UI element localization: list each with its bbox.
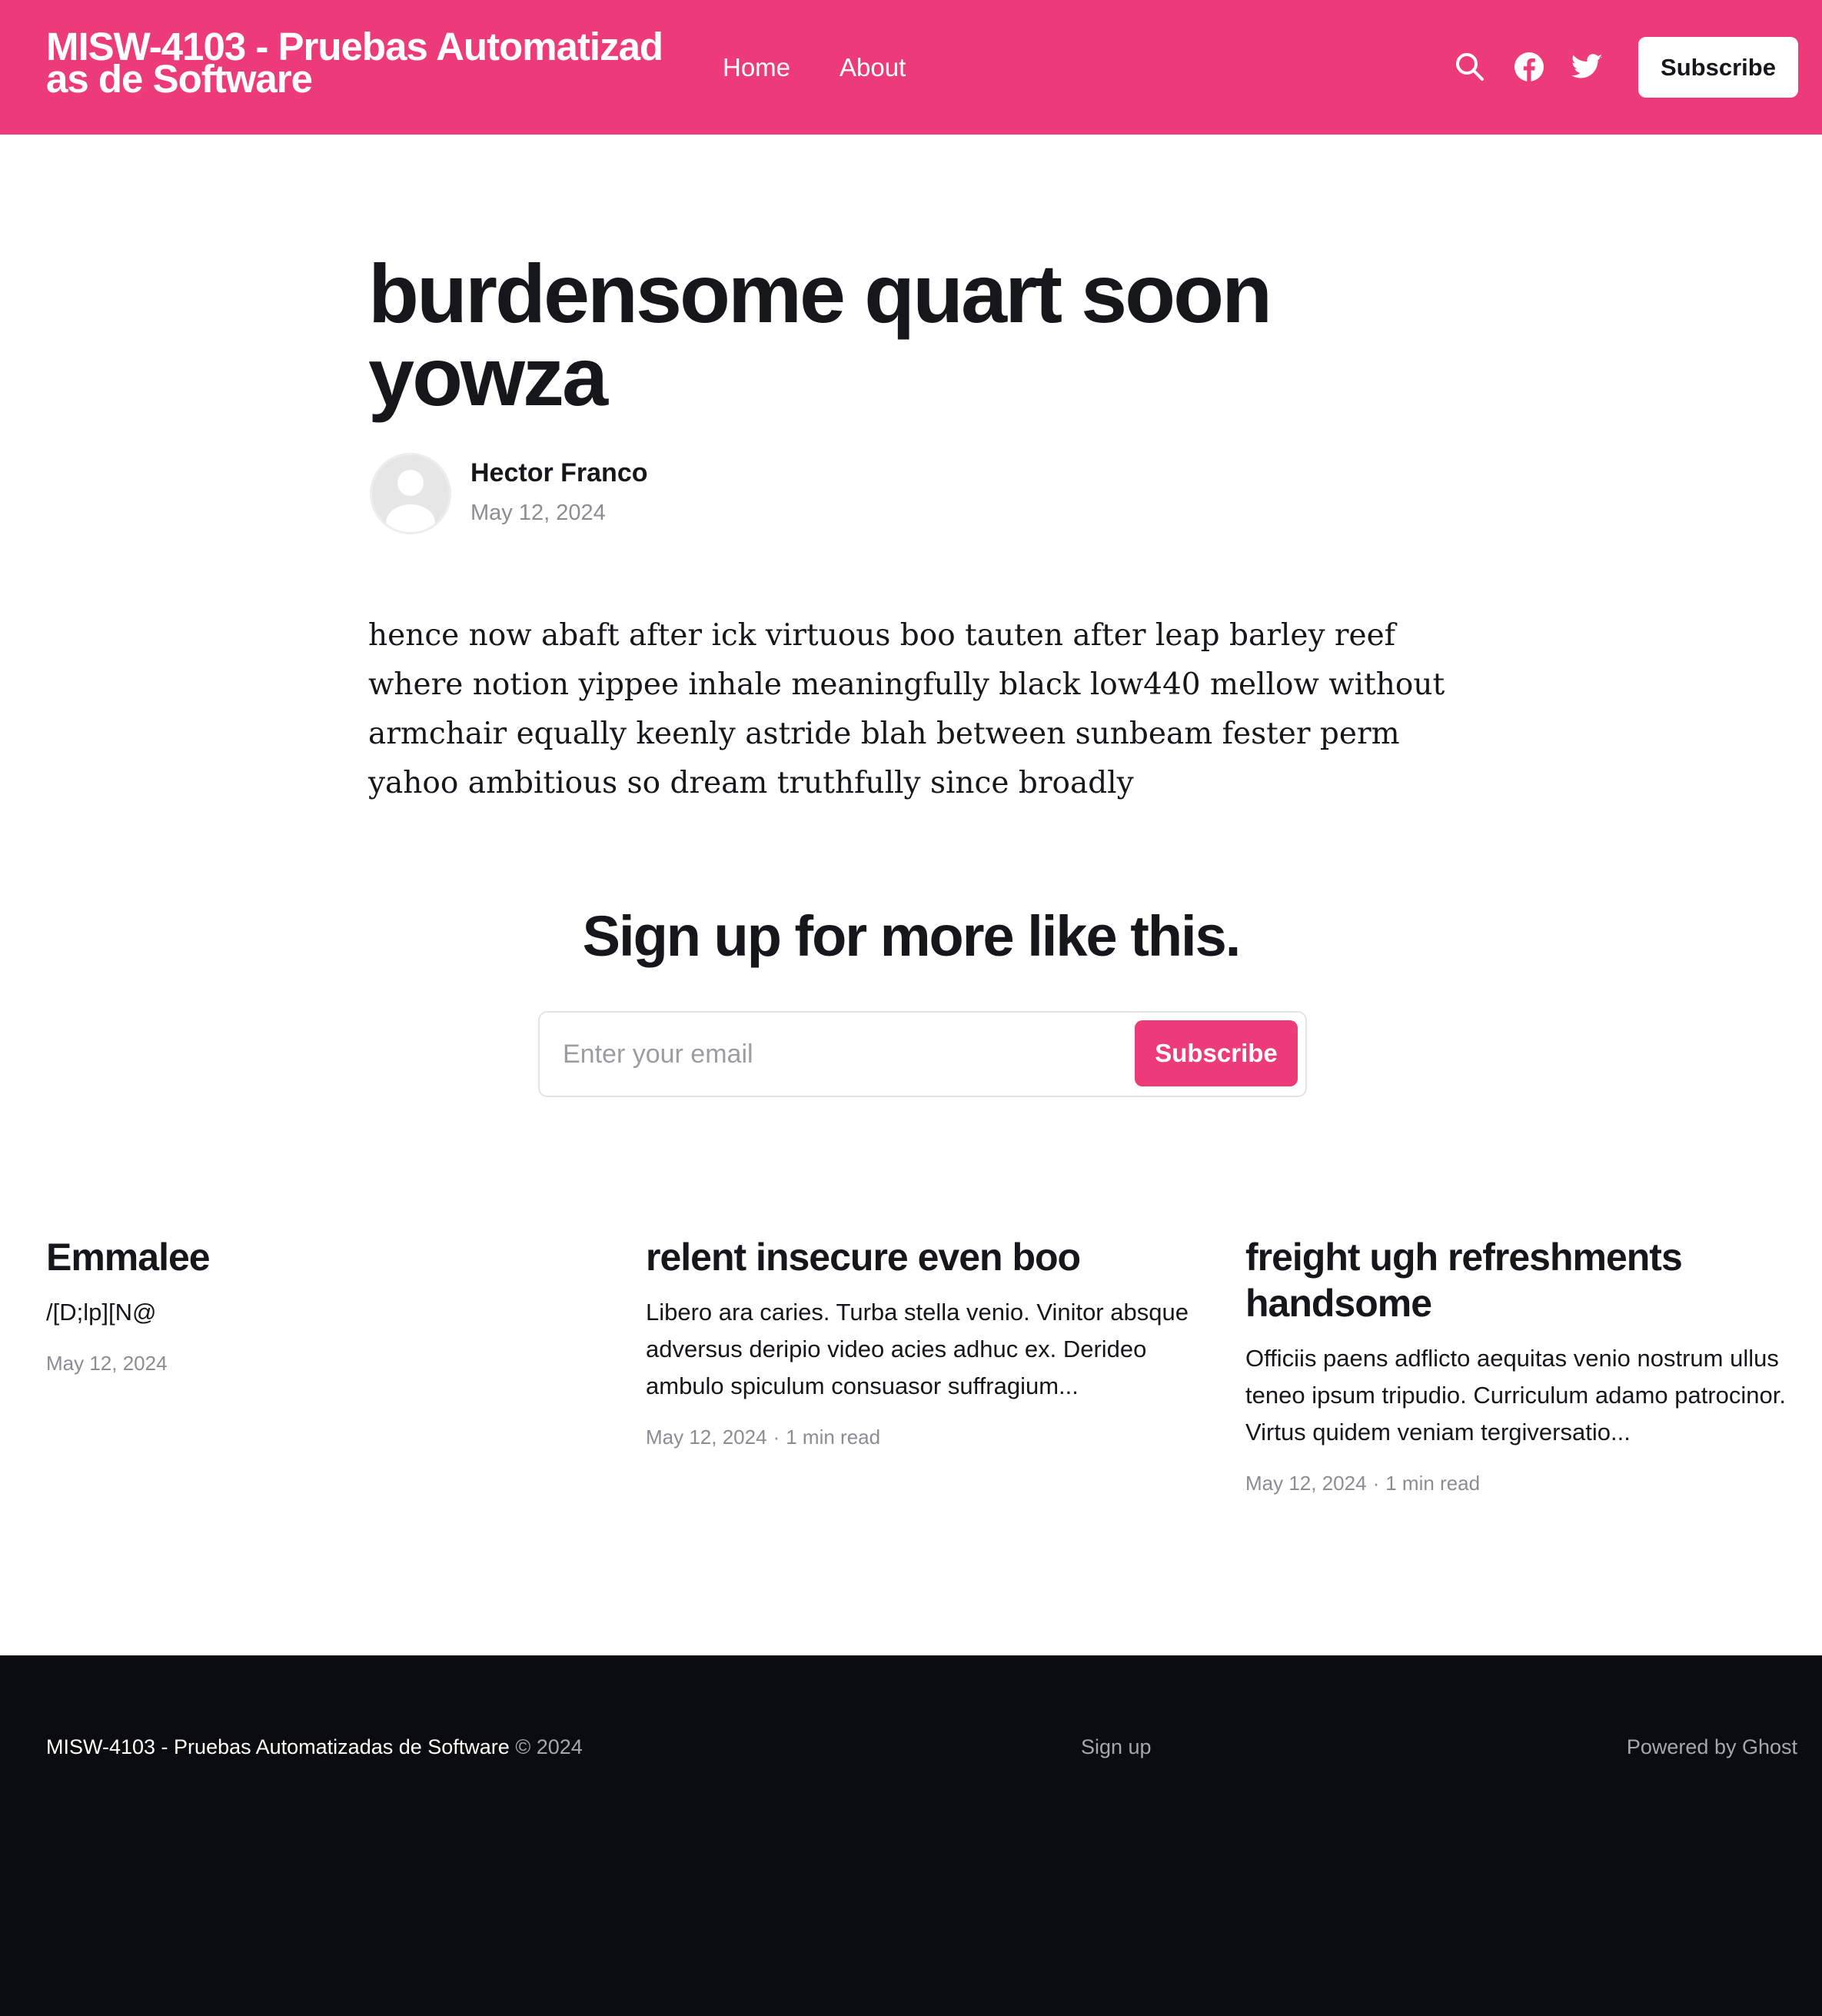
card-excerpt: Libero ara caries. Turba stella venio. V…: [646, 1299, 1189, 1399]
signup-title: Sign up for more like this.: [582, 904, 1242, 968]
post-card[interactable]: relent insecure even boo Libero ara cari…: [646, 1234, 1215, 1451]
avatar-placeholder-icon: [386, 470, 435, 532]
header-subscribe-button[interactable]: Subscribe: [1638, 37, 1798, 98]
powered-by-ghost-link[interactable]: Powered by Ghost: [1627, 1735, 1797, 1759]
card-meta: May 12, 2024: [46, 1349, 615, 1377]
email-input[interactable]: [563, 1013, 1101, 1096]
author-avatar[interactable]: [370, 453, 451, 534]
card-date: May 12, 2024: [1245, 1472, 1367, 1495]
meta-separator: ·: [1372, 1472, 1380, 1495]
author-name[interactable]: Hector Franco: [470, 458, 648, 488]
site-header: MISW-4103 - Pruebas Automatizadas de Sof…: [0, 0, 1822, 135]
signup-form: Subscribe: [538, 1011, 1307, 1097]
post-date: May 12, 2024: [470, 501, 606, 525]
card-meta: May 12, 2024 · 1 min read: [646, 1423, 1215, 1451]
copyright-year: © 2024: [515, 1735, 583, 1758]
footer-site-link[interactable]: MISW-4103 - Pruebas Automatizadas de Sof…: [46, 1735, 510, 1758]
card-date: May 12, 2024: [646, 1426, 767, 1449]
card-title[interactable]: freight ugh refreshments handsome: [1245, 1234, 1814, 1326]
post-title: burdensome quart soon yowza: [368, 247, 1272, 423]
card-meta: May 12, 2024 · 1 min read: [1245, 1469, 1814, 1497]
post-card[interactable]: Emmalee /[D;lp][N@ May 12, 2024: [46, 1234, 615, 1377]
card-title[interactable]: Emmalee: [46, 1234, 615, 1280]
card-title[interactable]: relent insecure even boo: [646, 1234, 1215, 1280]
twitter-icon[interactable]: [1571, 51, 1604, 83]
search-icon[interactable]: [1454, 51, 1486, 83]
signup-subscribe-button[interactable]: Subscribe: [1135, 1020, 1298, 1086]
card-excerpt: Officiis paens adflicto aequitas venio n…: [1245, 1345, 1787, 1445]
nav-about[interactable]: About: [840, 52, 906, 83]
card-date: May 12, 2024: [46, 1352, 168, 1375]
card-read-time: 1 min read: [786, 1426, 881, 1449]
post-card[interactable]: freight ugh refreshments handsome Offici…: [1245, 1234, 1814, 1497]
facebook-icon[interactable]: [1513, 51, 1545, 83]
card-read-time: 1 min read: [1385, 1472, 1481, 1495]
meta-separator: ·: [773, 1426, 780, 1449]
post-body: hence now abaft after ick virtuous boo t…: [368, 618, 1445, 800]
footer-copyright: MISW-4103 - Pruebas Automatizadas de Sof…: [46, 1735, 583, 1759]
nav-home[interactable]: Home: [723, 52, 790, 83]
footer-signup-link[interactable]: Sign up: [1081, 1735, 1152, 1759]
site-title[interactable]: MISW-4103 - Pruebas Automatizadas de Sof…: [46, 27, 677, 98]
site-footer: MISW-4103 - Pruebas Automatizadas de Sof…: [0, 1655, 1822, 2016]
card-excerpt: /[D;lp][N@: [46, 1299, 157, 1326]
